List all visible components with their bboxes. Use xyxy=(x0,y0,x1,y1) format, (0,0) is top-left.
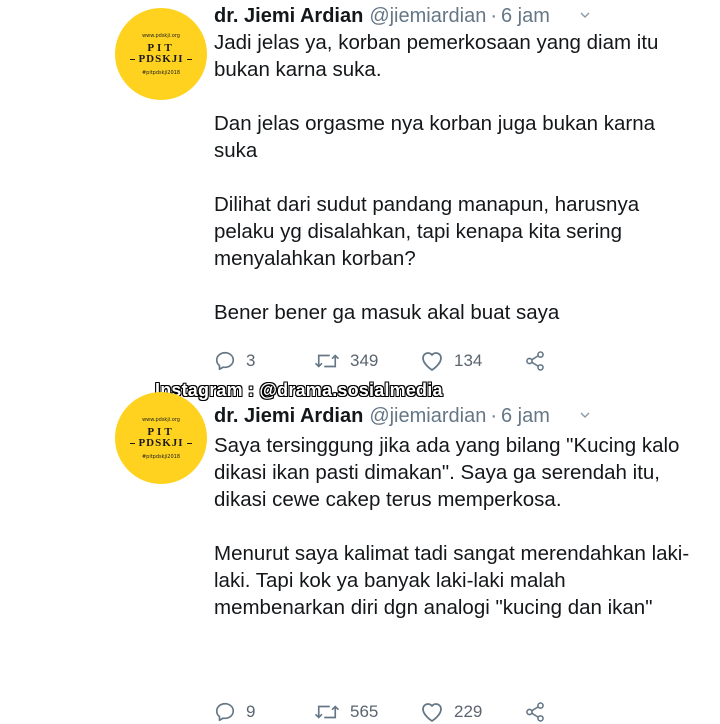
author-name[interactable]: dr. Jiemi Ardian xyxy=(214,405,363,428)
tweet[interactable]: www.pdskji.org PIT PDSKJI #pitpdskji2018… xyxy=(0,390,720,722)
retweet-count: 565 xyxy=(350,702,379,721)
avatar-logo-line2: PDSKJI xyxy=(130,437,192,449)
avatar-url-text: www.pdskji.org xyxy=(142,32,180,39)
retweet-count: 349 xyxy=(350,351,379,370)
avatar-logo-line2: PDSKJI xyxy=(130,53,192,65)
separator: · xyxy=(490,404,497,427)
author-name[interactable]: dr. Jiemi Ardian xyxy=(214,5,363,28)
tweet-paragraph: Dan jelas orgasme nya korban juga bukan … xyxy=(214,112,656,162)
chevron-down-icon[interactable] xyxy=(580,410,590,420)
heart-icon xyxy=(422,352,442,371)
tweet[interactable]: www.pdskji.org PIT PDSKJI #pitpdskji2018… xyxy=(0,0,720,380)
timestamp[interactable]: 6 jam xyxy=(501,5,550,28)
reply-count: 9 xyxy=(246,702,256,721)
tweet-text: Saya tersinggung jika ada yang bilang "K… xyxy=(214,432,694,621)
tweet-paragraph: Jadi jelas ya, korban pemerkosaan yang d… xyxy=(214,31,659,81)
author-handle[interactable]: @jiemiardian xyxy=(369,5,486,28)
avatar-logo-line1: PIT xyxy=(147,425,175,438)
avatar-url-text: www.pdskji.org xyxy=(142,416,180,423)
share-button[interactable] xyxy=(524,350,546,372)
tweet-paragraph: Dilihat dari sudut pandang manapun, haru… xyxy=(214,193,640,270)
tweet-header: dr. Jiemi Ardian @jiemiardian · 6 jam xyxy=(214,4,550,28)
tweet-paragraph: Saya tersinggung jika ada yang bilang "K… xyxy=(214,434,680,511)
avatar-hashtag: #pitpdskji2018 xyxy=(141,453,181,460)
tweet-header: dr. Jiemi Ardian @jiemiardian · 6 jam xyxy=(214,404,550,428)
reply-button[interactable]: 3 xyxy=(214,350,255,372)
share-icon xyxy=(526,351,544,371)
reply-count: 3 xyxy=(246,351,256,370)
avatar[interactable]: www.pdskji.org PIT PDSKJI #pitpdskji2018 xyxy=(115,392,207,484)
timestamp[interactable]: 6 jam xyxy=(501,405,550,428)
tweet-paragraph: Menurut saya kalimat tadi sangat merenda… xyxy=(214,542,690,619)
tweet-text: Jadi jelas ya, korban pemerkosaan yang d… xyxy=(214,29,694,326)
like-count: 134 xyxy=(454,351,483,370)
chevron-down-icon[interactable] xyxy=(580,10,590,20)
author-handle[interactable]: @jiemiardian xyxy=(369,405,486,428)
separator: · xyxy=(490,4,497,27)
avatar[interactable]: www.pdskji.org PIT PDSKJI #pitpdskji2018 xyxy=(115,8,207,100)
avatar-logo-line1: PIT xyxy=(147,41,175,54)
retweet-icon xyxy=(314,354,340,368)
tweet-paragraph: Bener bener ga masuk akal buat saya xyxy=(214,301,560,324)
reply-icon xyxy=(215,351,235,371)
like-button[interactable]: 134 xyxy=(420,350,482,372)
like-count: 229 xyxy=(454,702,483,721)
avatar-hashtag: #pitpdskji2018 xyxy=(141,69,181,76)
retweet-button[interactable]: 349 xyxy=(314,350,378,372)
